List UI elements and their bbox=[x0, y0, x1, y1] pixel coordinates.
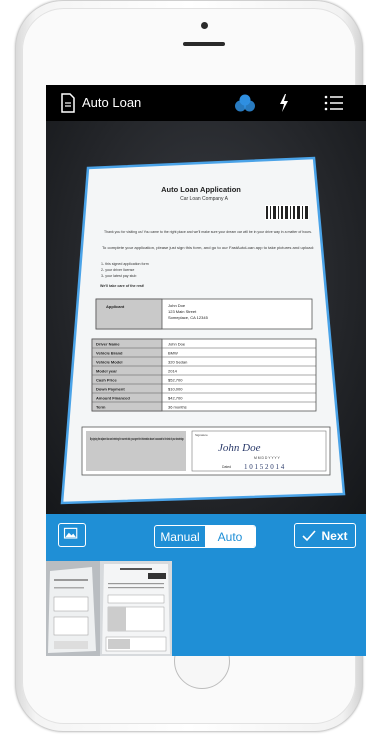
row-value: $42,700 bbox=[168, 396, 183, 401]
signature: John Doe bbox=[218, 442, 261, 454]
row-label: Vehicle Brand bbox=[96, 351, 123, 356]
applicant-street: 123 Main Street bbox=[168, 309, 197, 314]
thumbnail-page-2[interactable] bbox=[100, 561, 172, 656]
signature-label: Signature bbox=[195, 433, 208, 437]
date-format: M M D D Y Y Y Y bbox=[254, 456, 280, 460]
applicant-name: John Doe bbox=[168, 303, 186, 308]
doc-subtitle: Car Loan Company A bbox=[180, 196, 228, 202]
top-bar: Auto Loan bbox=[46, 85, 366, 121]
auto-mode-icon[interactable] bbox=[234, 94, 256, 112]
thumbnail-2-image bbox=[100, 561, 172, 656]
barcode bbox=[265, 205, 309, 220]
thumbnail-1-image bbox=[46, 561, 100, 656]
doc-list-3: 3- your latest pay stub bbox=[101, 274, 136, 278]
row-label: Term bbox=[96, 405, 106, 410]
row-label: Vehicle Model bbox=[96, 360, 122, 365]
document-title: Auto Loan bbox=[82, 95, 142, 110]
date-label: Dated bbox=[222, 465, 231, 469]
next-button[interactable]: Next bbox=[294, 523, 356, 548]
date-value: 1 0 1 5 2 0 1 4 bbox=[244, 463, 285, 471]
row-label: Cash Price bbox=[96, 378, 117, 383]
capture-toolbar: Manual Auto Next bbox=[46, 514, 366, 656]
flash-icon[interactable] bbox=[278, 93, 290, 113]
camera-viewfinder[interactable]: Auto Loan Application Car Loan Company A… bbox=[46, 121, 366, 514]
doc-intro-2: To complete your application, please jus… bbox=[102, 246, 314, 250]
front-camera bbox=[201, 22, 208, 29]
applicant-city: Someplace, CA 12345 bbox=[168, 315, 209, 320]
consent-text: By signing the adjacent box and entering… bbox=[90, 436, 184, 441]
row-label: Amount Financed bbox=[96, 396, 130, 401]
earpiece-speaker bbox=[183, 42, 225, 46]
row-value: 36 months bbox=[168, 405, 187, 410]
mode-auto-button[interactable]: Auto bbox=[205, 526, 255, 547]
next-label: Next bbox=[321, 528, 348, 543]
photo-gallery-button[interactable] bbox=[58, 523, 86, 547]
document-icon[interactable] bbox=[60, 93, 76, 113]
photo-gallery-icon bbox=[63, 527, 78, 539]
row-value: $52,700 bbox=[168, 378, 183, 383]
row-value: $10,000 bbox=[168, 387, 183, 392]
doc-list-1: 1- this signed application form bbox=[101, 262, 149, 266]
doc-intro-1: Thank you for visiting us! You came to t… bbox=[104, 230, 312, 234]
applicant-label: Applicant bbox=[106, 304, 125, 309]
row-value: 2014 bbox=[168, 369, 178, 374]
mode-manual-button[interactable]: Manual bbox=[155, 526, 205, 547]
row-value: 320 Sedan bbox=[168, 360, 187, 365]
row-label: Driver Name bbox=[96, 342, 120, 347]
row-label: Model year bbox=[96, 369, 117, 374]
doc-closing: We'll take care of the rest! bbox=[100, 284, 144, 288]
checkmark-icon bbox=[302, 529, 317, 541]
thumbnail-page-1[interactable] bbox=[46, 561, 100, 656]
capture-mode-toggle: Manual Auto bbox=[154, 525, 256, 548]
captured-document: Auto Loan Application Car Loan Company A… bbox=[60, 156, 346, 505]
page-thumbnails bbox=[46, 561, 366, 656]
row-label: Down Payment bbox=[96, 387, 125, 392]
doc-list-2: 2- your driver license bbox=[101, 268, 134, 272]
row-value: BMW bbox=[168, 351, 178, 356]
row-value: John Doe bbox=[168, 342, 186, 347]
menu-icon[interactable] bbox=[324, 95, 344, 111]
doc-title: Auto Loan Application bbox=[161, 185, 241, 194]
app-screen: Auto Loan Auto Loan Application Car Loan… bbox=[46, 85, 366, 656]
